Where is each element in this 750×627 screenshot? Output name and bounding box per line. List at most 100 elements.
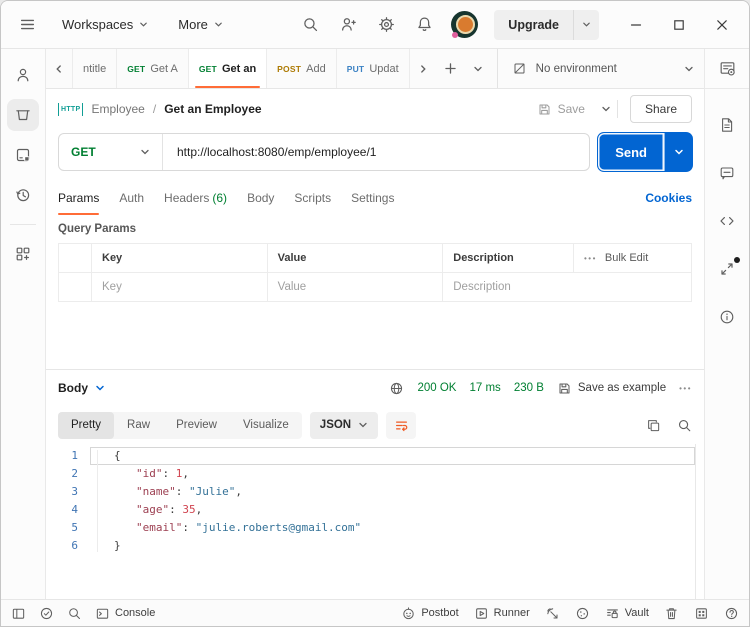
help-button[interactable] [724, 606, 739, 621]
vault-icon [605, 606, 620, 621]
more-label: More [178, 17, 208, 32]
open-tab-updat[interactable]: PUTUpdat [337, 49, 410, 88]
gear-icon [378, 16, 395, 33]
request-tab-params[interactable]: Params [58, 181, 99, 215]
open-tab-ntitle[interactable]: ntitle [72, 49, 117, 88]
more-options-icon[interactable]: ••• [584, 254, 597, 263]
request-tab-body[interactable]: Body [247, 181, 274, 215]
postbot-button[interactable]: Postbot [401, 606, 458, 621]
request-tab-settings[interactable]: Settings [351, 181, 394, 215]
view-tab-pretty[interactable]: Pretty [58, 412, 114, 439]
sidebar-item-environments[interactable] [7, 139, 39, 171]
search-response-button[interactable] [677, 418, 692, 433]
resize-arrows-icon [718, 260, 736, 278]
response-format-select[interactable]: JSON [310, 412, 378, 439]
split-pane-button[interactable] [694, 606, 709, 621]
scroll-tabs-right-button[interactable] [410, 64, 436, 74]
code-token: , [196, 503, 203, 516]
environment-selector[interactable]: No environment [497, 49, 704, 88]
response-body-toggle[interactable]: Body [58, 381, 105, 395]
status-bar: Console Postbot Runner Vault [1, 599, 749, 626]
bulk-edit-button[interactable]: Bulk Edit [605, 252, 648, 264]
trash-button[interactable] [664, 606, 679, 621]
new-tab-button[interactable] [436, 62, 465, 75]
upgrade-button[interactable]: Upgrade [494, 10, 573, 40]
sidebar-item-profile[interactable] [7, 59, 39, 91]
avatar[interactable] [451, 11, 478, 38]
find-button[interactable] [67, 606, 82, 621]
main-menu-button[interactable] [19, 16, 36, 33]
open-tab-get-a[interactable]: GETGet A [117, 49, 189, 88]
code-token: : [176, 485, 189, 498]
notifications-button[interactable] [416, 16, 433, 33]
request-tab-auth[interactable]: Auth [119, 181, 144, 215]
save-options-button[interactable] [595, 100, 618, 118]
toggle-sidebar-button[interactable] [11, 606, 26, 621]
runner-button[interactable]: Runner [474, 606, 530, 621]
method-select[interactable]: GET [59, 134, 163, 170]
scroll-tabs-left-button[interactable] [46, 64, 72, 74]
code-token: : [182, 521, 195, 534]
cookies-jar-button[interactable] [575, 606, 590, 621]
maximize-button[interactable] [672, 18, 686, 32]
capture-requests-button[interactable] [545, 606, 560, 621]
more-menu[interactable]: More [174, 11, 227, 38]
response-more-options-button[interactable]: ••• [679, 384, 692, 393]
copy-response-button[interactable] [646, 418, 661, 433]
breadcrumb-collection[interactable]: Employee [91, 102, 144, 116]
breadcrumb-separator: / [153, 102, 156, 116]
documentation-button[interactable] [711, 109, 743, 141]
code-line: 6} [46, 537, 695, 555]
open-tab-get-an[interactable]: GETGet an [189, 49, 267, 88]
save-as-example-button[interactable]: Save as example [557, 381, 666, 396]
code-token: "id" [136, 467, 163, 480]
minimize-button[interactable] [629, 18, 643, 32]
search-button[interactable] [302, 16, 319, 33]
status-code[interactable]: 200 OK [417, 382, 456, 394]
url-input[interactable] [163, 134, 589, 170]
request-title[interactable]: Get an Employee [164, 102, 261, 116]
vault-button[interactable]: Vault [605, 606, 649, 621]
wrap-lines-button[interactable] [386, 412, 416, 439]
line-number: 5 [46, 519, 90, 537]
open-tab-add[interactable]: POSTAdd [267, 49, 337, 88]
view-tab-visualize[interactable]: Visualize [230, 412, 302, 439]
tab-options-button[interactable] [465, 64, 491, 74]
sidebar-item-more-tools[interactable] [7, 238, 39, 270]
connection-status-button[interactable] [39, 606, 54, 621]
code-text: "name": "Julie", [90, 483, 695, 501]
param-description-input[interactable]: Description [442, 273, 573, 302]
request-tab-headers[interactable]: Headers (6) [164, 181, 227, 215]
param-key-input[interactable]: Key [91, 273, 267, 302]
response-body-editor[interactable]: 1{2"id": 1,3"name": "Julie",4"age": 35,5… [46, 444, 696, 599]
code-snippet-button[interactable] [711, 205, 743, 237]
view-tab-preview[interactable]: Preview [163, 412, 230, 439]
param-value-input[interactable]: Value [267, 273, 443, 302]
close-button[interactable] [715, 18, 729, 32]
grid-add-icon [14, 245, 32, 263]
sidebar-item-collections[interactable] [7, 99, 39, 131]
response-size[interactable]: 230 B [514, 382, 544, 394]
network-globe-icon[interactable] [389, 381, 404, 396]
response-time[interactable]: 17 ms [469, 382, 500, 394]
send-button[interactable]: Send [598, 133, 664, 171]
settings-button[interactable] [378, 16, 395, 33]
open-tabs: ntitle GETGet AGETGet anPOSTAddPUTUpdat [72, 49, 410, 88]
chevron-down-icon [140, 147, 150, 157]
console-button[interactable]: Console [95, 606, 155, 621]
environment-quick-look-button[interactable] [711, 53, 743, 85]
upgrade-dropdown-button[interactable] [573, 10, 599, 40]
invite-button[interactable] [340, 16, 357, 33]
tab-title: ntitle [83, 63, 106, 75]
share-button[interactable]: Share [630, 95, 692, 123]
request-tab-scripts[interactable]: Scripts [294, 181, 331, 215]
expand-panel-button[interactable] [711, 253, 743, 285]
sidebar-item-history[interactable] [7, 179, 39, 211]
view-tab-raw[interactable]: Raw [114, 412, 163, 439]
send-options-button[interactable] [664, 133, 692, 171]
comments-button[interactable] [711, 157, 743, 189]
cookies-link[interactable]: Cookies [645, 191, 692, 205]
workspaces-menu[interactable]: Workspaces [58, 11, 152, 38]
info-button[interactable] [711, 301, 743, 333]
save-button[interactable]: Save [531, 98, 591, 121]
